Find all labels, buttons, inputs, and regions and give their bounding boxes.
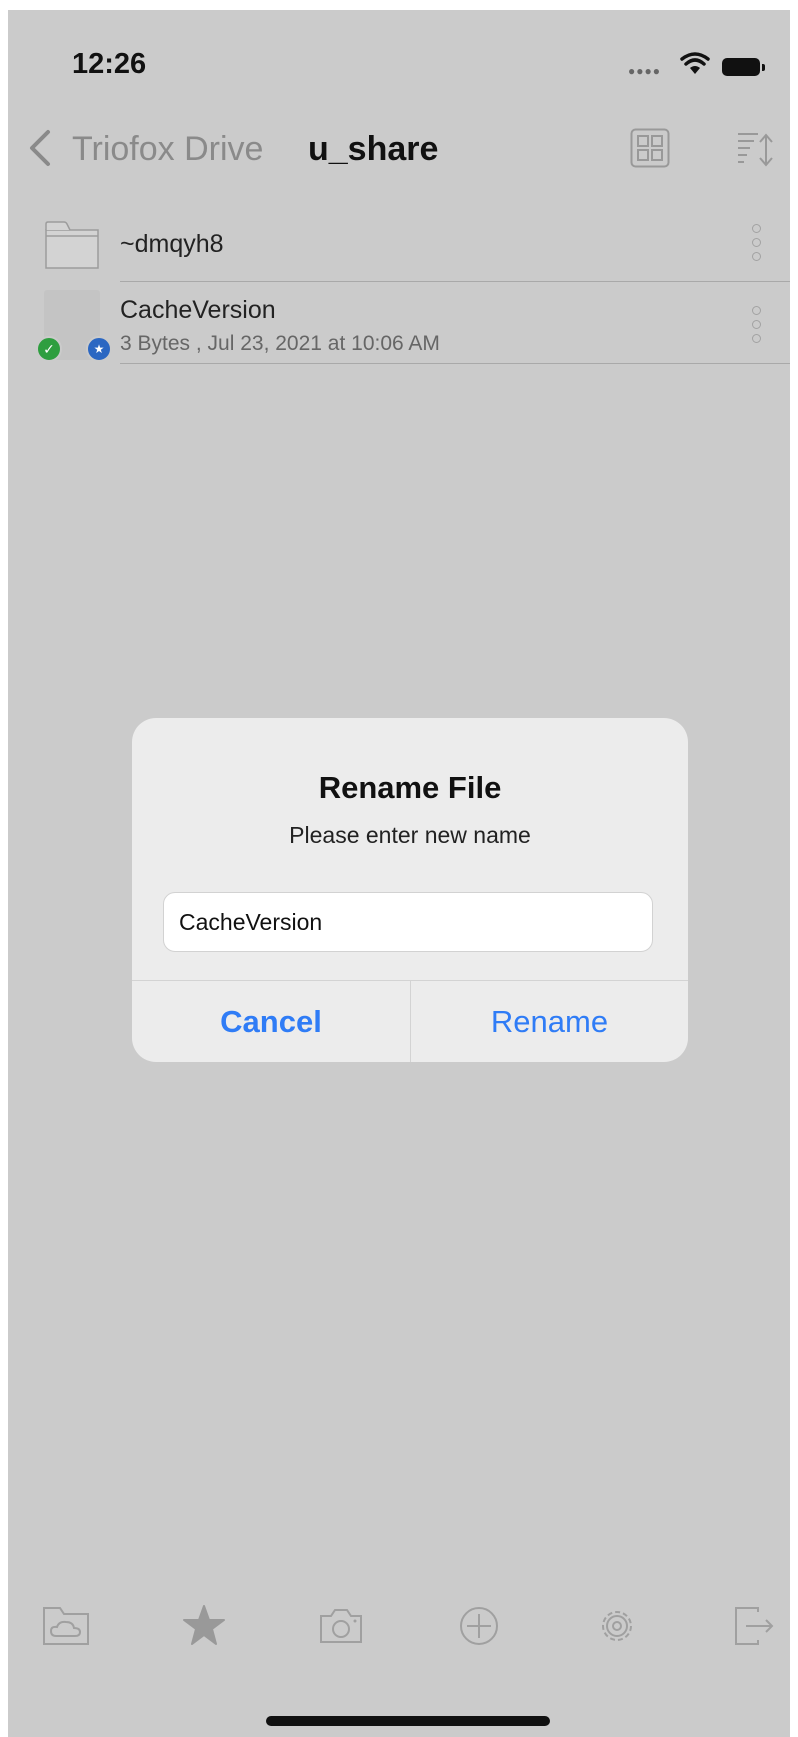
add-circle-icon[interactable] (453, 1600, 505, 1652)
sync-check-icon: ✓ (36, 336, 62, 362)
folder-cloud-icon[interactable] (40, 1600, 92, 1652)
dialog-message: Please enter new name (289, 822, 531, 848)
favorite-badge-icon: ★ (86, 336, 112, 362)
logout-icon[interactable] (728, 1600, 780, 1652)
divider (120, 281, 790, 282)
more-options-icon[interactable] (752, 306, 764, 348)
app-screen: 12:26 ●●●● Triofox Drive u_share ~dmqyh8 (8, 10, 790, 1737)
folder-name: ~dmqyh8 (120, 230, 224, 258)
more-options-icon[interactable] (752, 224, 764, 266)
status-time: 12:26 (72, 48, 147, 80)
cellular-signal-icon: ●●●● (628, 64, 661, 78)
folder-icon (45, 221, 99, 269)
rename-dialog: Rename File Please enter new name Cancel… (132, 718, 688, 1062)
chevron-left-icon[interactable] (26, 128, 54, 168)
dialog-title: Rename File (318, 770, 502, 805)
star-icon[interactable] (178, 1600, 230, 1652)
wifi-icon (680, 52, 710, 74)
file-meta: 3 Bytes , Jul 23, 2021 at 10:06 AM (120, 332, 440, 355)
grid-view-icon[interactable] (630, 128, 670, 168)
new-name-input[interactable] (163, 892, 653, 952)
list-item[interactable]: ~dmqyh8 (8, 210, 790, 282)
battery-icon (722, 58, 765, 76)
back-button[interactable]: Triofox Drive (72, 130, 263, 169)
sort-icon[interactable] (736, 130, 776, 170)
rename-button[interactable]: Rename (411, 981, 688, 1062)
home-indicator (266, 1716, 550, 1726)
camera-icon[interactable] (315, 1600, 367, 1652)
cancel-button[interactable]: Cancel (132, 981, 410, 1062)
page-title: u_share (308, 130, 439, 168)
list-item[interactable]: ✓ ★ CacheVersion 3 Bytes , Jul 23, 2021 … (8, 288, 790, 364)
file-name: CacheVersion (120, 296, 276, 324)
divider (120, 363, 790, 364)
gear-icon[interactable] (591, 1600, 643, 1652)
